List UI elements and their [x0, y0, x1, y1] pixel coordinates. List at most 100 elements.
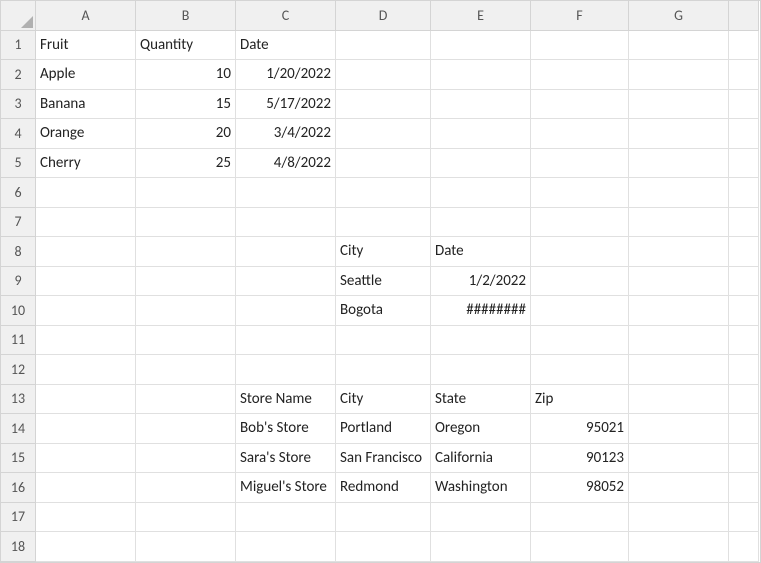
cell-E11[interactable]: [431, 326, 531, 356]
cell-G9[interactable]: [629, 267, 729, 297]
cell-C10[interactable]: [236, 296, 336, 326]
cell-G15[interactable]: [629, 444, 729, 474]
cell-C13[interactable]: Store Name: [236, 385, 336, 415]
cell-extra-5[interactable]: [729, 149, 759, 179]
cell-A16[interactable]: [36, 473, 136, 503]
row-header-14[interactable]: 14: [1, 414, 36, 444]
cell-D18[interactable]: [336, 532, 431, 562]
cell-B14[interactable]: [136, 414, 236, 444]
cell-C15[interactable]: Sara's Store: [236, 444, 336, 474]
col-header-C[interactable]: C: [236, 1, 336, 31]
cell-D14[interactable]: Portland: [336, 414, 431, 444]
cell-E9[interactable]: 1/2/2022: [431, 267, 531, 297]
cell-C11[interactable]: [236, 326, 336, 356]
cell-C16[interactable]: Miguel's Store: [236, 473, 336, 503]
cell-G5[interactable]: [629, 149, 729, 179]
cell-D13[interactable]: City: [336, 385, 431, 415]
row-header-4[interactable]: 4: [1, 119, 36, 149]
cell-D9[interactable]: Seattle: [336, 267, 431, 297]
cell-E5[interactable]: [431, 149, 531, 179]
cell-A14[interactable]: [36, 414, 136, 444]
cell-extra-2[interactable]: [729, 60, 759, 90]
cell-E8[interactable]: Date: [431, 237, 531, 267]
cell-F3[interactable]: [531, 90, 629, 120]
cell-B16[interactable]: [136, 473, 236, 503]
row-header-6[interactable]: 6: [1, 178, 36, 208]
cell-D16[interactable]: Redmond: [336, 473, 431, 503]
cell-E12[interactable]: [431, 355, 531, 385]
cell-A12[interactable]: [36, 355, 136, 385]
cell-extra-16[interactable]: [729, 473, 759, 503]
cell-D11[interactable]: [336, 326, 431, 356]
row-header-12[interactable]: 12: [1, 355, 36, 385]
cell-A9[interactable]: [36, 267, 136, 297]
cell-F1[interactable]: [531, 31, 629, 61]
cell-G2[interactable]: [629, 60, 729, 90]
row-header-8[interactable]: 8: [1, 237, 36, 267]
row-header-18[interactable]: 18: [1, 532, 36, 562]
cell-E1[interactable]: [431, 31, 531, 61]
cell-E7[interactable]: [431, 208, 531, 238]
cell-F12[interactable]: [531, 355, 629, 385]
cell-E3[interactable]: [431, 90, 531, 120]
cell-F16[interactable]: 98052: [531, 473, 629, 503]
cell-D8[interactable]: City: [336, 237, 431, 267]
cell-G11[interactable]: [629, 326, 729, 356]
cell-F15[interactable]: 90123: [531, 444, 629, 474]
cell-D1[interactable]: [336, 31, 431, 61]
row-header-17[interactable]: 17: [1, 503, 36, 533]
cell-extra-4[interactable]: [729, 119, 759, 149]
row-header-9[interactable]: 9: [1, 267, 36, 297]
row-header-13[interactable]: 13: [1, 385, 36, 415]
cell-E10[interactable]: ########: [431, 296, 531, 326]
cell-E16[interactable]: Washington: [431, 473, 531, 503]
col-header-A[interactable]: A: [36, 1, 136, 31]
cell-A15[interactable]: [36, 444, 136, 474]
cell-F2[interactable]: [531, 60, 629, 90]
cell-E14[interactable]: Oregon: [431, 414, 531, 444]
row-header-7[interactable]: 7: [1, 208, 36, 238]
cell-G1[interactable]: [629, 31, 729, 61]
cell-E15[interactable]: California: [431, 444, 531, 474]
cell-extra-17[interactable]: [729, 503, 759, 533]
cell-C4[interactable]: 3/4/2022: [236, 119, 336, 149]
cell-C7[interactable]: [236, 208, 336, 238]
cell-A18[interactable]: [36, 532, 136, 562]
cell-extra-8[interactable]: [729, 237, 759, 267]
cell-G8[interactable]: [629, 237, 729, 267]
cell-A5[interactable]: Cherry: [36, 149, 136, 179]
cell-D7[interactable]: [336, 208, 431, 238]
spreadsheet-grid[interactable]: ABCDEFG1FruitQuantityDate2Apple101/20/20…: [1, 1, 760, 562]
cell-D4[interactable]: [336, 119, 431, 149]
cell-F5[interactable]: [531, 149, 629, 179]
cell-F4[interactable]: [531, 119, 629, 149]
cell-F7[interactable]: [531, 208, 629, 238]
cell-B7[interactable]: [136, 208, 236, 238]
cell-C6[interactable]: [236, 178, 336, 208]
cell-A2[interactable]: Apple: [36, 60, 136, 90]
cell-E2[interactable]: [431, 60, 531, 90]
cell-G4[interactable]: [629, 119, 729, 149]
cell-B13[interactable]: [136, 385, 236, 415]
col-header-G[interactable]: G: [629, 1, 729, 31]
cell-B12[interactable]: [136, 355, 236, 385]
cell-A11[interactable]: [36, 326, 136, 356]
cell-extra-14[interactable]: [729, 414, 759, 444]
cell-extra-15[interactable]: [729, 444, 759, 474]
col-header-extra[interactable]: [729, 1, 759, 31]
cell-extra-3[interactable]: [729, 90, 759, 120]
cell-A6[interactable]: [36, 178, 136, 208]
col-header-B[interactable]: B: [136, 1, 236, 31]
cell-C8[interactable]: [236, 237, 336, 267]
cell-D10[interactable]: Bogota: [336, 296, 431, 326]
cell-C18[interactable]: [236, 532, 336, 562]
cell-C3[interactable]: 5/17/2022: [236, 90, 336, 120]
cell-extra-10[interactable]: [729, 296, 759, 326]
cell-G14[interactable]: [629, 414, 729, 444]
row-header-3[interactable]: 3: [1, 90, 36, 120]
cell-B15[interactable]: [136, 444, 236, 474]
cell-C1[interactable]: Date: [236, 31, 336, 61]
row-header-10[interactable]: 10: [1, 296, 36, 326]
cell-F9[interactable]: [531, 267, 629, 297]
cell-A4[interactable]: Orange: [36, 119, 136, 149]
